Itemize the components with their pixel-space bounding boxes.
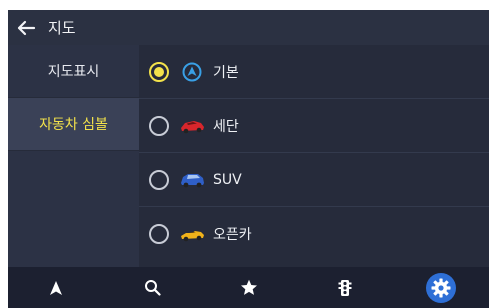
red-sedan-icon	[179, 116, 205, 136]
back-button[interactable]	[8, 10, 44, 45]
sidebar: 지도표시 자동차 심볼	[8, 45, 139, 267]
option-row-suv[interactable]: SUV	[139, 153, 489, 207]
option-row-default[interactable]: 기본	[139, 45, 489, 99]
car-symbol-options: 기본 세단 SUV 오픈카	[139, 45, 489, 267]
radio-button[interactable]	[149, 224, 169, 244]
tab-favorites[interactable]	[200, 267, 296, 308]
tab-settings[interactable]	[393, 267, 489, 308]
header-bar: 지도	[8, 10, 489, 45]
tab-navigate[interactable]	[8, 267, 104, 308]
option-row-convertible[interactable]: 오픈카	[139, 207, 489, 261]
sidebar-item-map-display[interactable]: 지도표시	[8, 45, 139, 98]
settings-gear-icon	[431, 278, 451, 297]
tab-search[interactable]	[104, 267, 200, 308]
navigation-arrow-icon	[179, 62, 205, 82]
option-row-sedan[interactable]: 세단	[139, 99, 489, 153]
radio-button[interactable]	[149, 169, 169, 190]
sidebar-item-car-symbol[interactable]: 자동차 심볼	[8, 98, 139, 151]
settings-button-highlight	[425, 272, 456, 303]
radio-button[interactable]	[149, 115, 169, 136]
radio-button[interactable]	[149, 61, 169, 82]
yellow-convertible-icon	[179, 224, 205, 244]
option-label: 기본	[213, 64, 239, 81]
back-arrow-icon	[17, 20, 36, 35]
option-label: 오픈카	[213, 227, 252, 243]
map-settings-screen: 지도 지도표시 자동차 심볼 기본 세단 SUV 오픈카	[8, 10, 489, 308]
traffic-light-icon	[338, 279, 352, 296]
blue-suv-icon	[179, 170, 205, 190]
option-label: SUV	[213, 171, 242, 188]
search-icon	[144, 280, 161, 296]
favorites-star-icon	[240, 279, 257, 295]
bottom-navigation-bar	[8, 267, 489, 308]
page-title: 지도	[48, 19, 76, 37]
tab-traffic[interactable]	[297, 267, 393, 308]
option-label: 세단	[213, 118, 239, 135]
navigate-icon	[50, 280, 63, 295]
